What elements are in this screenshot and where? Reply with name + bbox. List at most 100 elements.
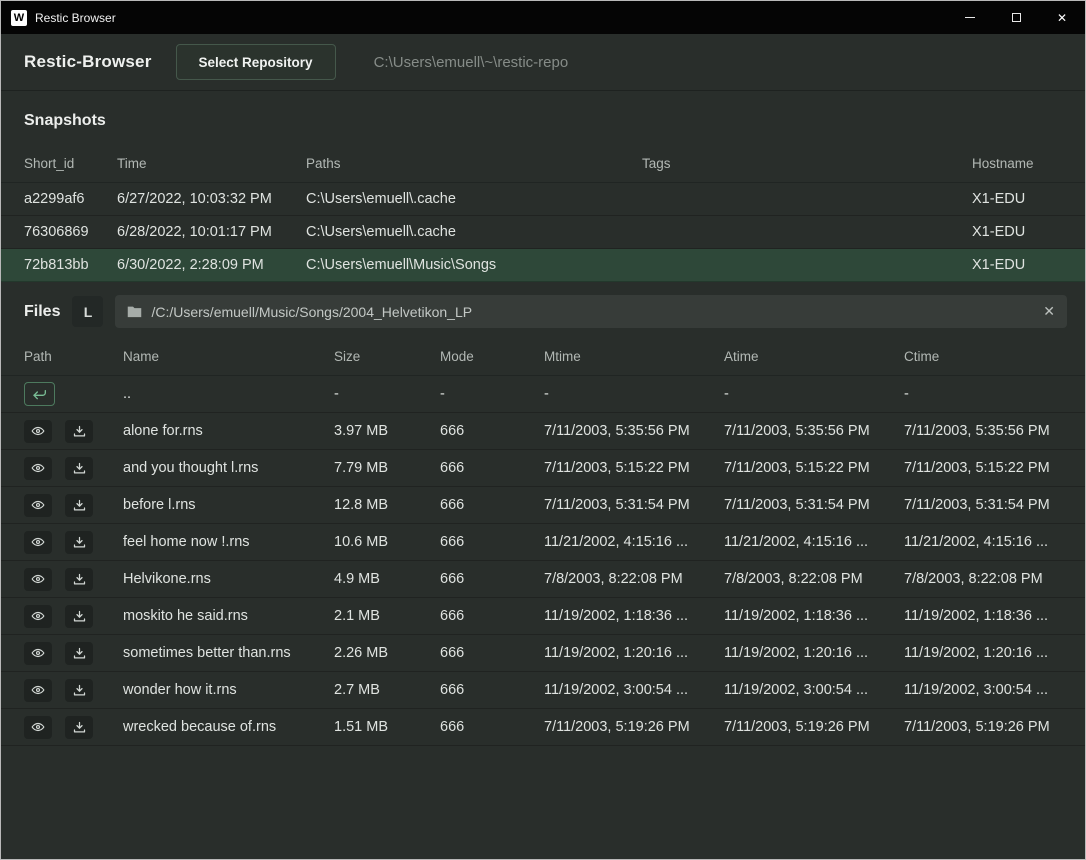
parent-dir-row[interactable]: .. - - - - -: [1, 376, 1085, 413]
preview-file-button[interactable]: [24, 531, 52, 554]
snapshot-row-selected[interactable]: 72b813bb 6/30/2022, 2:28:09 PM C:\Users\…: [1, 249, 1085, 282]
app-header: Restic-Browser Select Repository C:\User…: [1, 34, 1085, 91]
download-file-button[interactable]: [65, 531, 93, 554]
file-mode: 666: [440, 682, 544, 698]
eye-icon: [30, 609, 46, 623]
files-table-header: Path Name Size Mode Mtime Atime Ctime: [1, 338, 1085, 376]
column-path: Path: [24, 349, 123, 364]
file-atime: 7/11/2003, 5:35:56 PM: [724, 423, 904, 439]
download-file-button[interactable]: [65, 494, 93, 517]
snapshot-short-id: 72b813bb: [24, 257, 117, 273]
file-row: before l.rns 12.8 MB 666 7/11/2003, 5:31…: [1, 487, 1085, 524]
maximize-button[interactable]: [993, 1, 1039, 34]
file-atime: 11/19/2002, 1:18:36 ...: [724, 608, 904, 624]
snapshots-section-header: Snapshots: [1, 91, 1085, 145]
download-file-button[interactable]: [65, 642, 93, 665]
file-name: feel home now !.rns: [123, 534, 334, 550]
file-mode: 666: [440, 645, 544, 661]
file-ctime: 11/21/2002, 4:15:16 ...: [904, 534, 1062, 550]
file-mode: -: [440, 386, 544, 402]
snapshot-paths: C:\Users\emuell\Music\Songs: [306, 257, 642, 273]
column-name: Name: [123, 349, 334, 364]
app-title: Restic-Browser: [24, 52, 152, 72]
go-to-parent-button[interactable]: [24, 382, 55, 406]
file-name: Helvikone.rns: [123, 571, 334, 587]
file-name: alone for.rns: [123, 423, 334, 439]
file-name: moskito he said.rns: [123, 608, 334, 624]
download-file-button[interactable]: [65, 420, 93, 443]
preview-file-button[interactable]: [24, 679, 52, 702]
file-row: Helvikone.rns 4.9 MB 666 7/8/2003, 8:22:…: [1, 561, 1085, 598]
select-repository-button[interactable]: Select Repository: [176, 44, 336, 80]
preview-file-button[interactable]: [24, 420, 52, 443]
column-hostname: Hostname: [972, 156, 1062, 171]
clear-path-button[interactable]: ✕: [1043, 303, 1055, 320]
download-file-button[interactable]: [65, 568, 93, 591]
snapshot-row[interactable]: a2299af6 6/27/2022, 10:03:32 PM C:\Users…: [1, 183, 1085, 216]
file-name: ..: [123, 386, 334, 402]
download-icon: [72, 720, 87, 735]
file-name: sometimes better than.rns: [123, 645, 334, 661]
preview-file-button[interactable]: [24, 716, 52, 739]
snapshot-time: 6/27/2022, 10:03:32 PM: [117, 191, 306, 207]
minimize-button[interactable]: [947, 1, 993, 34]
preview-file-button[interactable]: [24, 494, 52, 517]
file-size: 4.9 MB: [334, 571, 440, 587]
download-file-button[interactable]: [65, 716, 93, 739]
eye-icon: [30, 424, 46, 438]
close-button[interactable]: ✕: [1039, 1, 1085, 34]
column-time: Time: [117, 156, 306, 171]
file-name: wonder how it.rns: [123, 682, 334, 698]
download-icon: [72, 609, 87, 624]
file-ctime: 11/19/2002, 1:20:16 ...: [904, 645, 1062, 661]
preview-file-button[interactable]: [24, 457, 52, 480]
file-mtime: 7/11/2003, 5:19:26 PM: [544, 719, 724, 735]
eye-icon: [30, 461, 46, 475]
column-mode: Mode: [440, 349, 544, 364]
snapshot-hostname: X1-EDU: [972, 257, 1062, 273]
snapshot-time: 6/30/2022, 2:28:09 PM: [117, 257, 306, 273]
preview-file-button[interactable]: [24, 605, 52, 628]
current-path: /C:/Users/emuell/Music/Songs/2004_Helvet…: [151, 304, 472, 320]
file-row: feel home now !.rns 10.6 MB 666 11/21/20…: [1, 524, 1085, 561]
file-size: 3.97 MB: [334, 423, 440, 439]
preview-file-button[interactable]: [24, 568, 52, 591]
file-row: alone for.rns 3.97 MB 666 7/11/2003, 5:3…: [1, 413, 1085, 450]
file-atime: 7/11/2003, 5:31:54 PM: [724, 497, 904, 513]
window-title: Restic Browser: [35, 11, 116, 25]
file-row: wonder how it.rns 2.7 MB 666 11/19/2002,…: [1, 672, 1085, 709]
file-size: 1.51 MB: [334, 719, 440, 735]
file-row: sometimes better than.rns 2.26 MB 666 11…: [1, 635, 1085, 672]
eye-icon: [30, 683, 46, 697]
file-mode: 666: [440, 423, 544, 439]
file-ctime: 7/8/2003, 8:22:08 PM: [904, 571, 1062, 587]
file-path-bar[interactable]: /C:/Users/emuell/Music/Songs/2004_Helvet…: [115, 295, 1067, 328]
window-titlebar: W Restic Browser ✕: [1, 1, 1085, 34]
column-short-id: Short_id: [24, 156, 117, 171]
snapshots-table-header: Short_id Time Paths Tags Hostname: [1, 145, 1085, 183]
download-file-button[interactable]: [65, 605, 93, 628]
snapshot-row[interactable]: 76306869 6/28/2022, 10:01:17 PM C:\Users…: [1, 216, 1085, 249]
snapshot-hostname: X1-EDU: [972, 224, 1062, 240]
download-icon: [72, 461, 87, 476]
file-mtime: 7/11/2003, 5:31:54 PM: [544, 497, 724, 513]
eye-icon: [30, 720, 46, 734]
download-file-button[interactable]: [65, 457, 93, 480]
snapshot-hostname: X1-EDU: [972, 191, 1062, 207]
file-atime: 7/11/2003, 5:15:22 PM: [724, 460, 904, 476]
files-title: Files: [24, 303, 60, 321]
list-mode-button[interactable]: L: [72, 296, 103, 327]
repository-path: C:\Users\emuell\~\restic-repo: [374, 54, 569, 71]
snapshot-time: 6/28/2022, 10:01:17 PM: [117, 224, 306, 240]
download-file-button[interactable]: [65, 679, 93, 702]
file-row: moskito he said.rns 2.1 MB 666 11/19/200…: [1, 598, 1085, 635]
file-mtime: 7/11/2003, 5:35:56 PM: [544, 423, 724, 439]
snapshot-short-id: a2299af6: [24, 191, 117, 207]
preview-file-button[interactable]: [24, 642, 52, 665]
file-ctime: -: [904, 386, 1062, 402]
column-ctime: Ctime: [904, 349, 1062, 364]
snapshots-title: Snapshots: [24, 112, 106, 129]
column-tags: Tags: [642, 156, 972, 171]
file-atime: 11/21/2002, 4:15:16 ...: [724, 534, 904, 550]
file-size: 2.26 MB: [334, 645, 440, 661]
